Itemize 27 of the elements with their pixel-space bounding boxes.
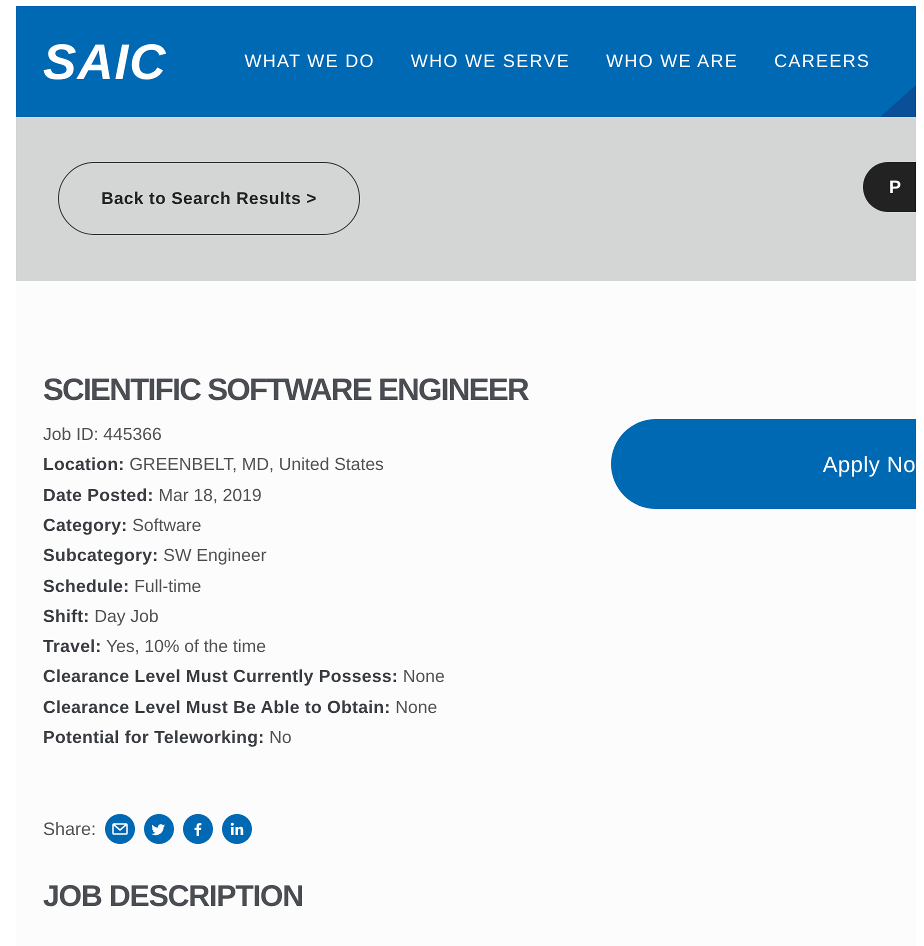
- detail-line: Subcategory: SW Engineer: [43, 544, 266, 568]
- nav-link[interactable]: WHAT WE DO: [244, 48, 375, 75]
- detail-line: Date Posted: Mar 18, 2019: [43, 484, 262, 507]
- detail-line: Shift: Day Job: [43, 604, 159, 628]
- logo[interactable]: SAIC: [43, 36, 166, 86]
- detail-line: Clearance Level Must Currently Possess: None: [43, 665, 445, 688]
- nav-link[interactable]: CAREERS: [774, 48, 870, 75]
- linkedin-icon[interactable]: [222, 814, 252, 844]
- dark-button[interactable]: P: [863, 162, 916, 212]
- detail-line: Location: GREENBELT, MD, United States: [43, 453, 384, 476]
- back-button[interactable]: Back to Search Results >: [58, 162, 360, 235]
- nav-link[interactable]: WHO WE ARE: [606, 48, 738, 75]
- apply-button[interactable]: Apply No: [611, 419, 916, 510]
- detail-line: Category: Software: [43, 514, 202, 537]
- nav-link[interactable]: WHO WE SERVE: [410, 48, 570, 75]
- detail-line: Potential for Teleworking: No: [43, 726, 292, 750]
- detail-line: Travel: Yes, 10% of the time: [43, 635, 266, 658]
- share-label: Share:: [43, 818, 96, 841]
- detail-line: Job ID: 445366: [43, 423, 162, 446]
- facebook-icon[interactable]: [183, 814, 214, 844]
- section-heading: JOB DESCRIPTION: [43, 882, 304, 912]
- corner-stripe: [880, 85, 916, 117]
- email-icon[interactable]: [105, 814, 136, 844]
- job-title: SCIENTIFIC SOFTWARE ENGINEER: [43, 373, 530, 408]
- twitter-icon[interactable]: [144, 814, 174, 844]
- detail-line: Clearance Level Must Be Able to Obtain: None: [43, 696, 438, 719]
- detail-line: Schedule: Full-time: [43, 574, 202, 598]
